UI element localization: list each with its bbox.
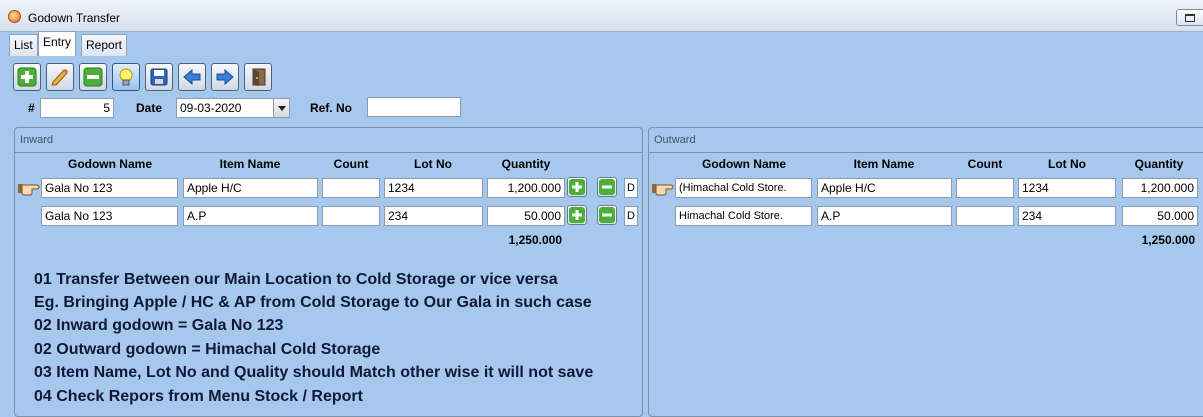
lightbulb-icon: [119, 68, 133, 86]
ref-no-label: Ref. No: [310, 101, 352, 115]
add-icon: [569, 179, 585, 195]
date-label: Date: [136, 101, 163, 115]
outward-row-2-count[interactable]: [956, 206, 1014, 226]
outward-row-1-lot[interactable]: 1234: [1018, 178, 1116, 198]
inward-row-2-quantity[interactable]: 50.000: [487, 206, 565, 226]
app-icon: [8, 10, 21, 23]
inward-row-2-lot[interactable]: 234: [384, 206, 483, 226]
edit-button[interactable]: [46, 63, 74, 91]
inward-row-2-godown[interactable]: Gala No 123: [41, 206, 178, 226]
inward-row-2-add-button[interactable]: [567, 205, 587, 225]
inward-total: 1,250.000: [508, 233, 562, 247]
window-title: Godown Transfer: [28, 11, 121, 25]
save-disk-icon: [150, 68, 168, 86]
inward-col-count: Count: [333, 157, 369, 171]
inward-row-2-remove-button[interactable]: [597, 205, 617, 225]
previous-button[interactable]: [178, 63, 206, 91]
outward-row-1-count[interactable]: [956, 178, 1014, 198]
note-line-6: 04 Check Repors from Menu Stock / Report: [34, 388, 363, 405]
outward-col-godown-name: Godown Name: [701, 157, 786, 171]
inward-row-1-flag: D: [624, 178, 638, 198]
inward-panel-title: Inward: [20, 134, 54, 146]
remove-icon: [599, 207, 615, 223]
delete-icon: [83, 67, 103, 87]
inward-row-1-count[interactable]: [322, 178, 380, 198]
edit-pencil-icon: [51, 69, 68, 86]
divider: [649, 152, 1203, 153]
date-field[interactable]: 09-03-2020: [176, 98, 290, 118]
outward-col-count: Count: [967, 157, 1003, 171]
exit-button[interactable]: [244, 63, 272, 91]
arrow-right-icon: [216, 68, 234, 86]
outward-row-1-quantity[interactable]: 1,200.000: [1122, 178, 1198, 198]
inward-row-1-quantity[interactable]: 1,200.000: [487, 178, 565, 198]
outward-panel-title: Outward: [654, 134, 696, 146]
outward-total: 1,250.000: [1141, 233, 1195, 247]
inward-col-godown-name: Godown Name: [67, 157, 152, 171]
inward-col-lot-no: Lot No: [414, 157, 452, 171]
inward-row-1-godown[interactable]: Gala No 123: [41, 178, 178, 198]
arrow-left-icon: [183, 68, 201, 86]
number-label: #: [28, 101, 35, 115]
divider: [15, 152, 642, 153]
maximize-button[interactable]: [1176, 9, 1203, 26]
inward-row-1-remove-button[interactable]: [597, 177, 617, 197]
outward-col-quantity: Quantity: [1134, 157, 1184, 171]
note-line-3: 02 Inward godown = Gala No 123: [34, 317, 284, 334]
inward-row-2-item[interactable]: A.P: [183, 206, 318, 226]
outward-row-1-godown[interactable]: (Himachal Cold Store.: [675, 178, 812, 198]
inward-row-2-flag: D: [624, 206, 638, 226]
inward-row-2-count[interactable]: [322, 206, 380, 226]
maximize-icon: [1185, 14, 1195, 22]
note-line-2: Eg. Bringing Apple / HC & AP from Cold S…: [34, 294, 592, 311]
add-icon: [569, 207, 585, 223]
inward-row-1-lot[interactable]: 1234: [384, 178, 483, 198]
date-value: 09-03-2020: [180, 101, 242, 115]
exit-door-icon: [252, 68, 266, 86]
number-field[interactable]: 5: [40, 98, 114, 118]
row-pointer-icon: [652, 184, 674, 196]
title-bar: Godown Transfer: [0, 0, 1203, 32]
inward-col-item-name: Item Name: [219, 157, 281, 171]
outward-row-2-godown[interactable]: Himachal Cold Store.: [675, 206, 812, 226]
hint-button[interactable]: [112, 63, 140, 91]
tab-list[interactable]: List: [9, 34, 38, 56]
note-line-4: 02 Outward godown = Himachal Cold Storag…: [34, 341, 381, 358]
delete-button[interactable]: [79, 63, 107, 91]
remove-icon: [599, 179, 615, 195]
ref-no-field[interactable]: [367, 97, 461, 117]
tab-entry[interactable]: Entry: [38, 31, 77, 56]
date-dropdown-button[interactable]: [273, 99, 289, 117]
note-line-1: 01 Transfer Between our Main Location to…: [34, 271, 558, 288]
inward-col-quantity: Quantity: [501, 157, 551, 171]
outward-col-item-name: Item Name: [853, 157, 915, 171]
outward-row-2-quantity[interactable]: 50.000: [1122, 206, 1198, 226]
outward-col-lot-no: Lot No: [1048, 157, 1086, 171]
row-pointer-icon: [18, 184, 40, 196]
next-button[interactable]: [211, 63, 239, 91]
inward-row-1-add-button[interactable]: [567, 177, 587, 197]
outward-row-2-lot[interactable]: 234: [1018, 206, 1116, 226]
outward-row-2-item[interactable]: A.P: [817, 206, 952, 226]
save-button[interactable]: [145, 63, 173, 91]
add-icon: [17, 67, 37, 87]
tab-report[interactable]: Report: [81, 34, 128, 56]
inward-row-1-item[interactable]: Apple H/C: [183, 178, 318, 198]
add-button[interactable]: [13, 63, 41, 91]
outward-row-1-item[interactable]: Apple H/C: [817, 178, 952, 198]
note-line-5: 03 Item Name, Lot No and Quality should …: [34, 364, 594, 381]
